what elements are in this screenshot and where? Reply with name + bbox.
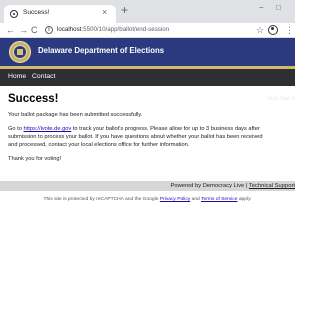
instructions-line1: to track your ballot's progress. Please … [71,126,260,132]
recaptcha-text-and: and [190,197,202,202]
maximize-icon[interactable]: □ [276,3,281,13]
url-host: localhost [57,26,82,33]
seal-core [17,49,23,55]
recaptcha-text-after: apply. [237,197,252,202]
main-content: Success! Your ballot package has been su… [8,93,295,163]
thank-you-text: Thank you for voting! [8,156,62,162]
ivote-link[interactable]: https://ivote.de.gov [24,126,72,132]
browser-toolbar: ← → C i localhost:5500/10/app/ballot/end… [0,23,295,38]
powered-by-label: Powered by Democracy Live | [170,183,249,189]
footer-bar: Powered by Democracy Live | Technical Su… [0,181,295,191]
submission-confirmation-text: Your ballot package has been submitted s… [8,112,143,118]
recaptcha-notice: This site is protected by reCAPTCHA and … [0,197,295,202]
instructions-prefix: Go to [8,126,24,132]
site-info-icon[interactable]: i [45,26,53,34]
browser-menu-icon[interactable]: ⋮ [285,24,294,36]
browser-tab[interactable]: Success! × [4,5,116,23]
site-nav: Home Contact [0,69,295,86]
recaptcha-text-before: This site is protected by reCAPTCHA and … [43,197,160,202]
tab-close-icon[interactable]: × [102,7,107,17]
page-title: Success! [8,93,59,105]
powered-by-text: Powered by Democracy Live | Technical Su… [171,183,296,189]
site-title: Delaware Department of Elections [38,46,165,55]
instructions-line3: and processed, contact your local electi… [8,142,190,148]
technical-support-link[interactable]: Technical Support [249,183,295,189]
back-arrow-icon[interactable]: ← [6,24,15,36]
profile-avatar-icon[interactable] [268,25,278,35]
forward-arrow-icon[interactable]: → [19,24,28,36]
url-path: :5500/10/app/ballot/end-session [81,26,170,33]
new-tab-button[interactable]: + [121,4,128,16]
instructions-line2: submission to process your ballot. If yo… [8,134,263,140]
tracking-instructions: Go to https://ivote.de.gov to track your… [8,125,295,149]
state-seal-logo [9,41,31,63]
address-bar[interactable]: localhost:5500/10/app/ballot/end-session [57,26,169,33]
seal-inner [13,45,27,59]
bookmark-star-icon[interactable]: ☆ [256,24,264,36]
tab-title: Success! [23,9,50,16]
terms-of-service-link[interactable]: Terms of Service [201,197,237,202]
site-header: Delaware Department of Elections Font Si… [0,38,295,102]
globe-icon [10,10,18,18]
nav-home-link[interactable]: Home [8,73,26,80]
reload-icon[interactable]: C [31,24,38,36]
privacy-policy-link[interactable]: Privacy Policy [160,197,190,202]
browser-tab-strip: Success! × + − □ [0,0,295,23]
nav-contact-link[interactable]: Contact [32,73,55,80]
minimize-icon[interactable]: − [259,3,264,13]
